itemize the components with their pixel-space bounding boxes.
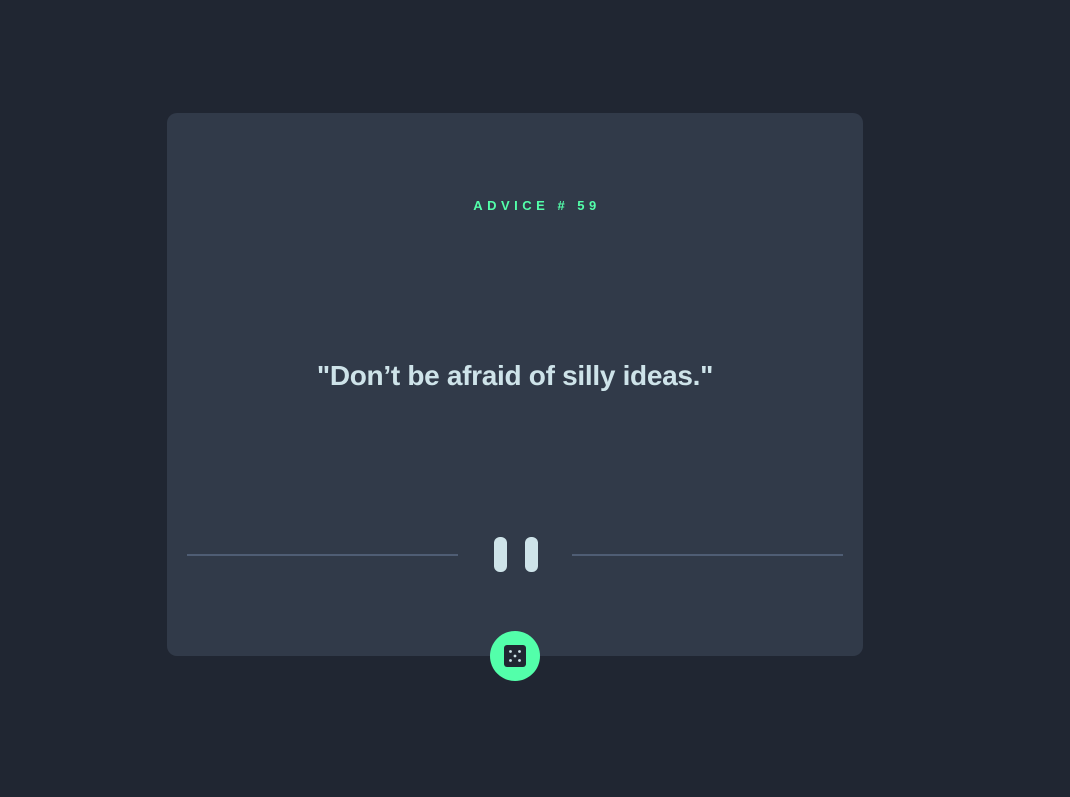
divider-line-right bbox=[572, 554, 843, 556]
pause-icon-bar-right bbox=[525, 537, 538, 572]
new-advice-button[interactable] bbox=[490, 631, 540, 681]
advice-quote: "Don’t be afraid of silly ideas." bbox=[316, 360, 714, 391]
pause-icon-bar-left bbox=[494, 537, 507, 572]
dice-icon bbox=[504, 645, 526, 667]
advice-id-label: ADVICE # 59 bbox=[473, 198, 601, 213]
divider-line-left bbox=[187, 554, 458, 556]
